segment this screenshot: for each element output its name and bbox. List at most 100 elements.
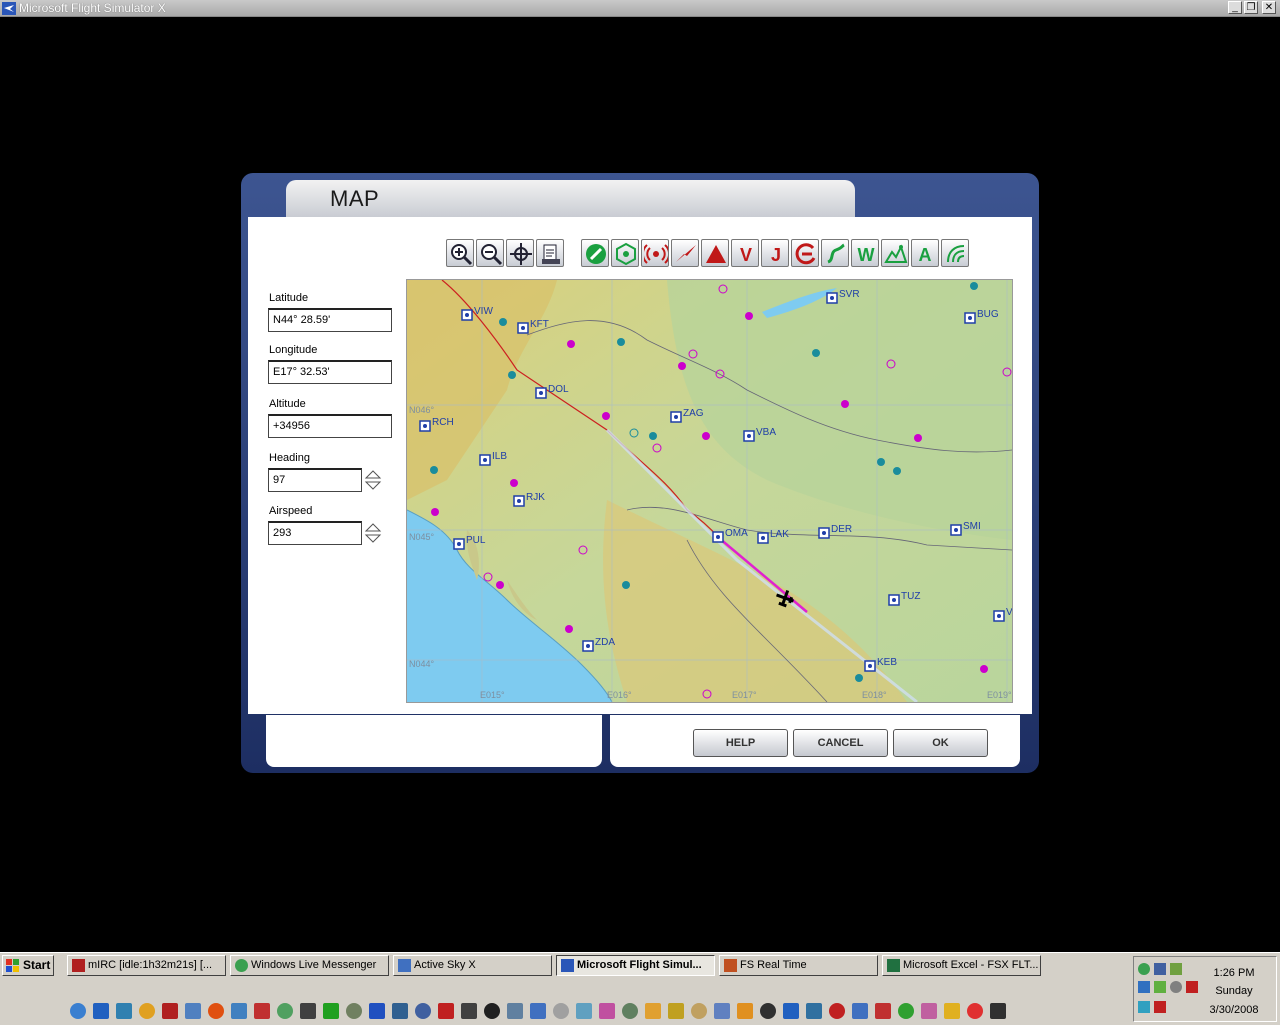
labels-toggle[interactable]: A	[911, 239, 939, 267]
quick-launch-icon[interactable]	[898, 1003, 914, 1019]
help-button[interactable]: HELP	[693, 729, 788, 757]
quick-launch-icon[interactable]	[668, 1003, 684, 1019]
jet-airways-toggle[interactable]: J	[761, 239, 789, 267]
app-tray-icon[interactable]	[1170, 981, 1182, 993]
task-fs-real-time[interactable]: FS Real Time	[719, 955, 878, 976]
close-button[interactable]: ✕	[1262, 1, 1276, 14]
quick-launch-icon[interactable]	[599, 1003, 615, 1019]
quick-launch-icon[interactable]	[323, 1003, 339, 1019]
quick-launch-icon[interactable]	[530, 1003, 546, 1019]
quick-launch-icon[interactable]	[231, 1003, 247, 1019]
app-title-bar[interactable]: Microsoft Flight Simulator X _ ❐ ✕	[0, 0, 1280, 17]
task-active-sky[interactable]: Active Sky X	[393, 955, 552, 976]
task-mirc[interactable]: mIRC [idle:1h32m21s] [...	[67, 955, 226, 976]
quick-launch-icon[interactable]	[162, 1003, 178, 1019]
quick-launch-icon[interactable]	[576, 1003, 592, 1019]
quick-launch-icon[interactable]	[139, 1003, 155, 1019]
task-messenger[interactable]: Windows Live Messenger	[230, 955, 389, 976]
quick-launch-icon[interactable]	[70, 1003, 86, 1019]
quick-launch-icon[interactable]	[415, 1003, 431, 1019]
intersections-toggle[interactable]	[671, 239, 699, 267]
quick-launch-icon[interactable]	[392, 1003, 408, 1019]
vor-label: RJK	[526, 492, 545, 503]
approach-toggle[interactable]	[791, 239, 819, 267]
vor-label: VIW	[474, 306, 493, 317]
quick-launch-icon[interactable]	[622, 1003, 638, 1019]
route-toggle[interactable]	[821, 239, 849, 267]
restore-button[interactable]: ❐	[1244, 1, 1258, 14]
quick-launch-icon[interactable]	[484, 1003, 500, 1019]
clock-time[interactable]: 1:26 PM	[1194, 967, 1274, 979]
quick-launch-icon[interactable]	[921, 1003, 937, 1019]
quick-launch-icon[interactable]	[254, 1003, 270, 1019]
quick-launch-icon[interactable]	[967, 1003, 983, 1019]
print-button[interactable]	[536, 239, 564, 267]
quick-launch-icon[interactable]	[875, 1003, 891, 1019]
quick-launch-icon[interactable]	[806, 1003, 822, 1019]
minimize-button[interactable]: _	[1228, 1, 1242, 14]
task-label: Microsoft Flight Simul...	[577, 959, 702, 971]
quick-launch-icon[interactable]	[691, 1003, 707, 1019]
quick-launch-icon[interactable]	[116, 1003, 132, 1019]
nvidia-tray-icon[interactable]	[1154, 981, 1166, 993]
messenger-tray-icon[interactable]	[1138, 963, 1150, 975]
quick-launch-icon[interactable]	[783, 1003, 799, 1019]
quick-launch-icon[interactable]	[300, 1003, 316, 1019]
quick-launch-icon[interactable]	[507, 1003, 523, 1019]
quick-launch-icon[interactable]	[277, 1003, 293, 1019]
quick-launch-icon[interactable]	[737, 1003, 753, 1019]
task-flight-simulator[interactable]: Microsoft Flight Simul...	[556, 955, 715, 976]
vor-label: PUL	[466, 535, 486, 546]
altitude-field[interactable]: +34956	[268, 414, 392, 438]
heading-stepper[interactable]	[364, 469, 382, 491]
app-tray-icon[interactable]	[1138, 1001, 1150, 1013]
zoom-out-button[interactable]	[476, 239, 504, 267]
ndb-toggle[interactable]	[641, 239, 669, 267]
task-excel[interactable]: Microsoft Excel - FSX FLT...	[882, 955, 1041, 976]
quick-launch-icon[interactable]	[438, 1003, 454, 1019]
network-tray-icon[interactable]	[1154, 963, 1166, 975]
quick-launch-icon[interactable]	[346, 1003, 362, 1019]
quick-launch-icon[interactable]	[760, 1003, 776, 1019]
quick-launch-icon[interactable]	[93, 1003, 109, 1019]
center-map-button[interactable]	[506, 239, 534, 267]
quick-launch-icon[interactable]	[645, 1003, 661, 1019]
quick-launch-icon[interactable]	[714, 1003, 730, 1019]
airspeed-field[interactable]: 293	[268, 521, 362, 545]
weather-toggle[interactable]: W	[851, 239, 879, 267]
quick-launch-icon[interactable]	[369, 1003, 385, 1019]
mcafee-tray-icon[interactable]	[1154, 1001, 1166, 1013]
quick-launch-icon[interactable]	[461, 1003, 477, 1019]
compass-toggle[interactable]	[941, 239, 969, 267]
vor-label: LAK	[770, 529, 789, 540]
quick-launch-icon[interactable]	[944, 1003, 960, 1019]
zoom-in-button[interactable]	[446, 239, 474, 267]
latitude-field[interactable]: N44° 28.59'	[268, 308, 392, 332]
heading-field[interactable]: 97	[268, 468, 362, 492]
app-tray-icon[interactable]	[1170, 963, 1182, 975]
terrain-toggle[interactable]	[881, 239, 909, 267]
quick-launch-icon[interactable]	[185, 1003, 201, 1019]
quick-launch-icon[interactable]	[990, 1003, 1006, 1019]
victor-airways-toggle[interactable]: V	[731, 239, 759, 267]
vor-label: RCH	[432, 417, 454, 428]
vor-toggle[interactable]	[611, 239, 639, 267]
svg-text:J: J	[771, 245, 781, 265]
airspace-toggle[interactable]	[701, 239, 729, 267]
quick-launch-icon[interactable]	[208, 1003, 224, 1019]
longitude-field[interactable]: E17° 32.53'	[268, 360, 392, 384]
airspeed-stepper[interactable]	[364, 522, 382, 544]
print-icon	[542, 244, 560, 264]
quick-launch-icon[interactable]	[553, 1003, 569, 1019]
vor-center-dot	[822, 531, 826, 535]
airports-toggle[interactable]	[581, 239, 609, 267]
grid-label: E018°	[862, 690, 887, 700]
cancel-button[interactable]: CANCEL	[793, 729, 888, 757]
ok-button[interactable]: OK	[893, 729, 988, 757]
map-view[interactable]: VIW KFT SVR BUG DOL ZAG VBA RCH ILB RJK OMA LAK DER S…	[406, 279, 1013, 703]
vor-label: BUG	[977, 309, 999, 320]
quick-launch-icon[interactable]	[852, 1003, 868, 1019]
start-button[interactable]: Start	[2, 955, 54, 976]
quick-launch-icon[interactable]	[829, 1003, 845, 1019]
app-tray-icon[interactable]	[1138, 981, 1150, 993]
